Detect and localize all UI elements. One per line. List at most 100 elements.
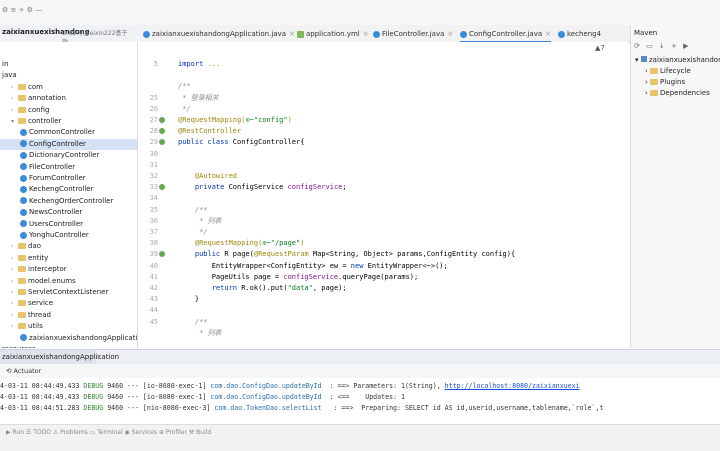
close-icon[interactable]: × (363, 30, 369, 38)
tree-folder-item[interactable]: java (2, 70, 17, 81)
tree-item-label: YonghuController (29, 231, 89, 239)
tree-folder-item[interactable]: › service (11, 298, 53, 309)
maven-plugins[interactable]: › Plugins (645, 77, 685, 88)
tab-kecheng[interactable]: kecheng4 (558, 27, 601, 41)
chevron-icon[interactable]: › (11, 93, 18, 104)
run-config-bar: zaixianxuexishandongApplication × (0, 349, 720, 365)
tree-class-item[interactable]: KechengOrderController (20, 196, 113, 207)
tree-item-label: controller (28, 117, 62, 125)
tree-folder-item[interactable]: › interceptor (11, 264, 67, 275)
java-class-icon (20, 140, 27, 148)
chevron-icon[interactable]: › (11, 310, 18, 321)
chevron-icon[interactable]: › (11, 321, 18, 332)
tree-folder-item[interactable]: › annotation (11, 93, 66, 104)
tree-class-item[interactable]: ForumController (20, 173, 86, 184)
tree-item-label: com (28, 82, 43, 91)
code-line: @RestController (178, 127, 242, 136)
tree-class-item[interactable]: DictionaryController (20, 150, 99, 161)
chevron-icon[interactable]: › (11, 253, 18, 264)
line-number: 30 (149, 149, 158, 158)
tree-folder-item[interactable]: ▾ controller (11, 116, 61, 127)
maven-root[interactable]: ▾ zaixianxuexishandong (635, 55, 720, 66)
chevron-icon[interactable]: › (11, 287, 18, 298)
tab-filecontroller[interactable]: FileController.java × (373, 27, 453, 41)
tree-item-label: annotation (28, 94, 66, 103)
tree-item-label: model.enums (28, 276, 76, 285)
folder-icon (18, 289, 26, 295)
chevron-icon[interactable]: › (11, 264, 18, 275)
tool-window-tabs[interactable]: ▶ Run ☰ TODO ⚠ Problems ▭ Terminal ◉ Ser… (6, 429, 211, 436)
spring-bean-icon[interactable] (159, 139, 165, 146)
tree-class-item[interactable]: FileController (20, 162, 75, 173)
tree-class-item[interactable]: YonghuController (20, 230, 89, 241)
spring-bean-icon[interactable] (159, 251, 165, 258)
line-number: 40 (149, 261, 158, 270)
code-line: */ (178, 228, 208, 236)
java-class-icon (558, 30, 565, 38)
code-line: public R page(@RequestParam Map<String, … (178, 250, 516, 259)
code-line: @RequestMapping(⊙~"config") (178, 116, 292, 124)
chevron-icon[interactable]: › (11, 82, 18, 93)
tab-application-yml[interactable]: application.yml × (297, 27, 369, 41)
maven-toolbar[interactable]: ⟳ ▭ ↓ + ▶ (634, 41, 691, 52)
tree-item-label: KechengOrderController (29, 196, 114, 205)
editor-gutter: 5 25 26 27 28 29 30 31 32 33 34 35 36 37 38 39 40 41 42 43 4… (138, 42, 174, 348)
tree-folder-item[interactable]: › model.enums (11, 276, 76, 287)
tab-configcontroller[interactable]: ConfigController.java × (460, 27, 552, 43)
tree-class-item[interactable]: NewsController (20, 207, 82, 218)
line-number: 28 (149, 127, 158, 136)
console-output[interactable]: 4-03-11 08:44:49.433 DEBUG 9460 --- [io-… (0, 378, 720, 424)
spring-bean-icon[interactable] (159, 117, 165, 123)
spring-bean-icon[interactable] (159, 184, 165, 191)
tree-class-item[interactable]: KechengController (20, 184, 93, 195)
close-icon[interactable]: × (289, 30, 295, 38)
close-icon[interactable]: × (447, 30, 453, 38)
folder-icon (18, 254, 26, 261)
tree-item-label: zaixianxuexishandongApplication (29, 333, 138, 342)
chevron-icon[interactable]: › (11, 105, 18, 116)
code-line: @Autowired (178, 172, 238, 180)
tree-folder-item[interactable]: › entity (11, 253, 48, 264)
tree-folder-item[interactable]: › com (11, 82, 43, 93)
close-icon[interactable]: × (96, 353, 102, 361)
chevron-icon[interactable]: › (11, 241, 18, 252)
tree-item-label: java (2, 71, 17, 80)
tree-class-item[interactable]: CommonController (20, 127, 95, 138)
maven-lifecycle[interactable]: › Lifecycle (645, 66, 691, 77)
line-number: 33 (149, 183, 158, 192)
folder-icon (18, 323, 26, 330)
tab-application-java[interactable]: zaixianxuexishandongApplication.java × (143, 27, 295, 41)
chevron-icon[interactable]: › (11, 298, 18, 309)
tree-folder-item[interactable]: › ServletContextListener (11, 287, 108, 298)
toolbar-icons[interactable]: ⚙ ≡ ÷ ⚙ — (2, 6, 42, 14)
tree-folder-item[interactable]: in (2, 59, 8, 70)
inspection-warnings[interactable]: ▲7 (595, 44, 605, 52)
close-icon[interactable]: × (545, 30, 551, 38)
code-line: * 列表 (178, 328, 222, 337)
folder-icon (18, 300, 26, 307)
tree-folder-item[interactable]: › config (11, 105, 49, 116)
chevron-icon[interactable]: ▾ (11, 116, 18, 127)
chevron-icon[interactable]: › (11, 276, 18, 287)
folder-icon (18, 266, 26, 273)
tree-folder-item[interactable]: resources (2, 344, 36, 348)
code-line: */ (178, 104, 191, 113)
code-editor[interactable]: import ... /** * 登录相关 */ @RequestMapping(⊙… (174, 42, 628, 348)
tree-class-item[interactable]: UsersController (20, 219, 83, 230)
spring-bean-icon[interactable] (159, 128, 165, 135)
tree-class-item[interactable]: ConfigController (20, 139, 86, 150)
folder-icon (18, 95, 26, 102)
line-number: 43 (149, 295, 158, 304)
tree-folder-item[interactable]: › dao (11, 241, 41, 252)
tree-class-item[interactable]: zaixianxuexishandongApplication (20, 333, 138, 344)
folder-icon (650, 79, 659, 85)
code-line: EntityWrapper<ConfigEntity> ew = new Ent… (178, 261, 448, 270)
tree-folder-item[interactable]: › utils (11, 321, 43, 332)
tree-item-label: utils (28, 322, 43, 331)
tree-folder-item[interactable]: › thread (11, 310, 51, 321)
tree-item-label: in (2, 60, 9, 68)
line-number: 26 (149, 104, 158, 113)
tab-actuator[interactable]: ⟲ Actuator (6, 367, 41, 375)
bottom-tool-strip: ▶ Run ☰ TODO ⚠ Problems ▭ Terminal ◉ Ser… (0, 424, 720, 451)
maven-dependencies[interactable]: › Dependencies (645, 88, 710, 99)
